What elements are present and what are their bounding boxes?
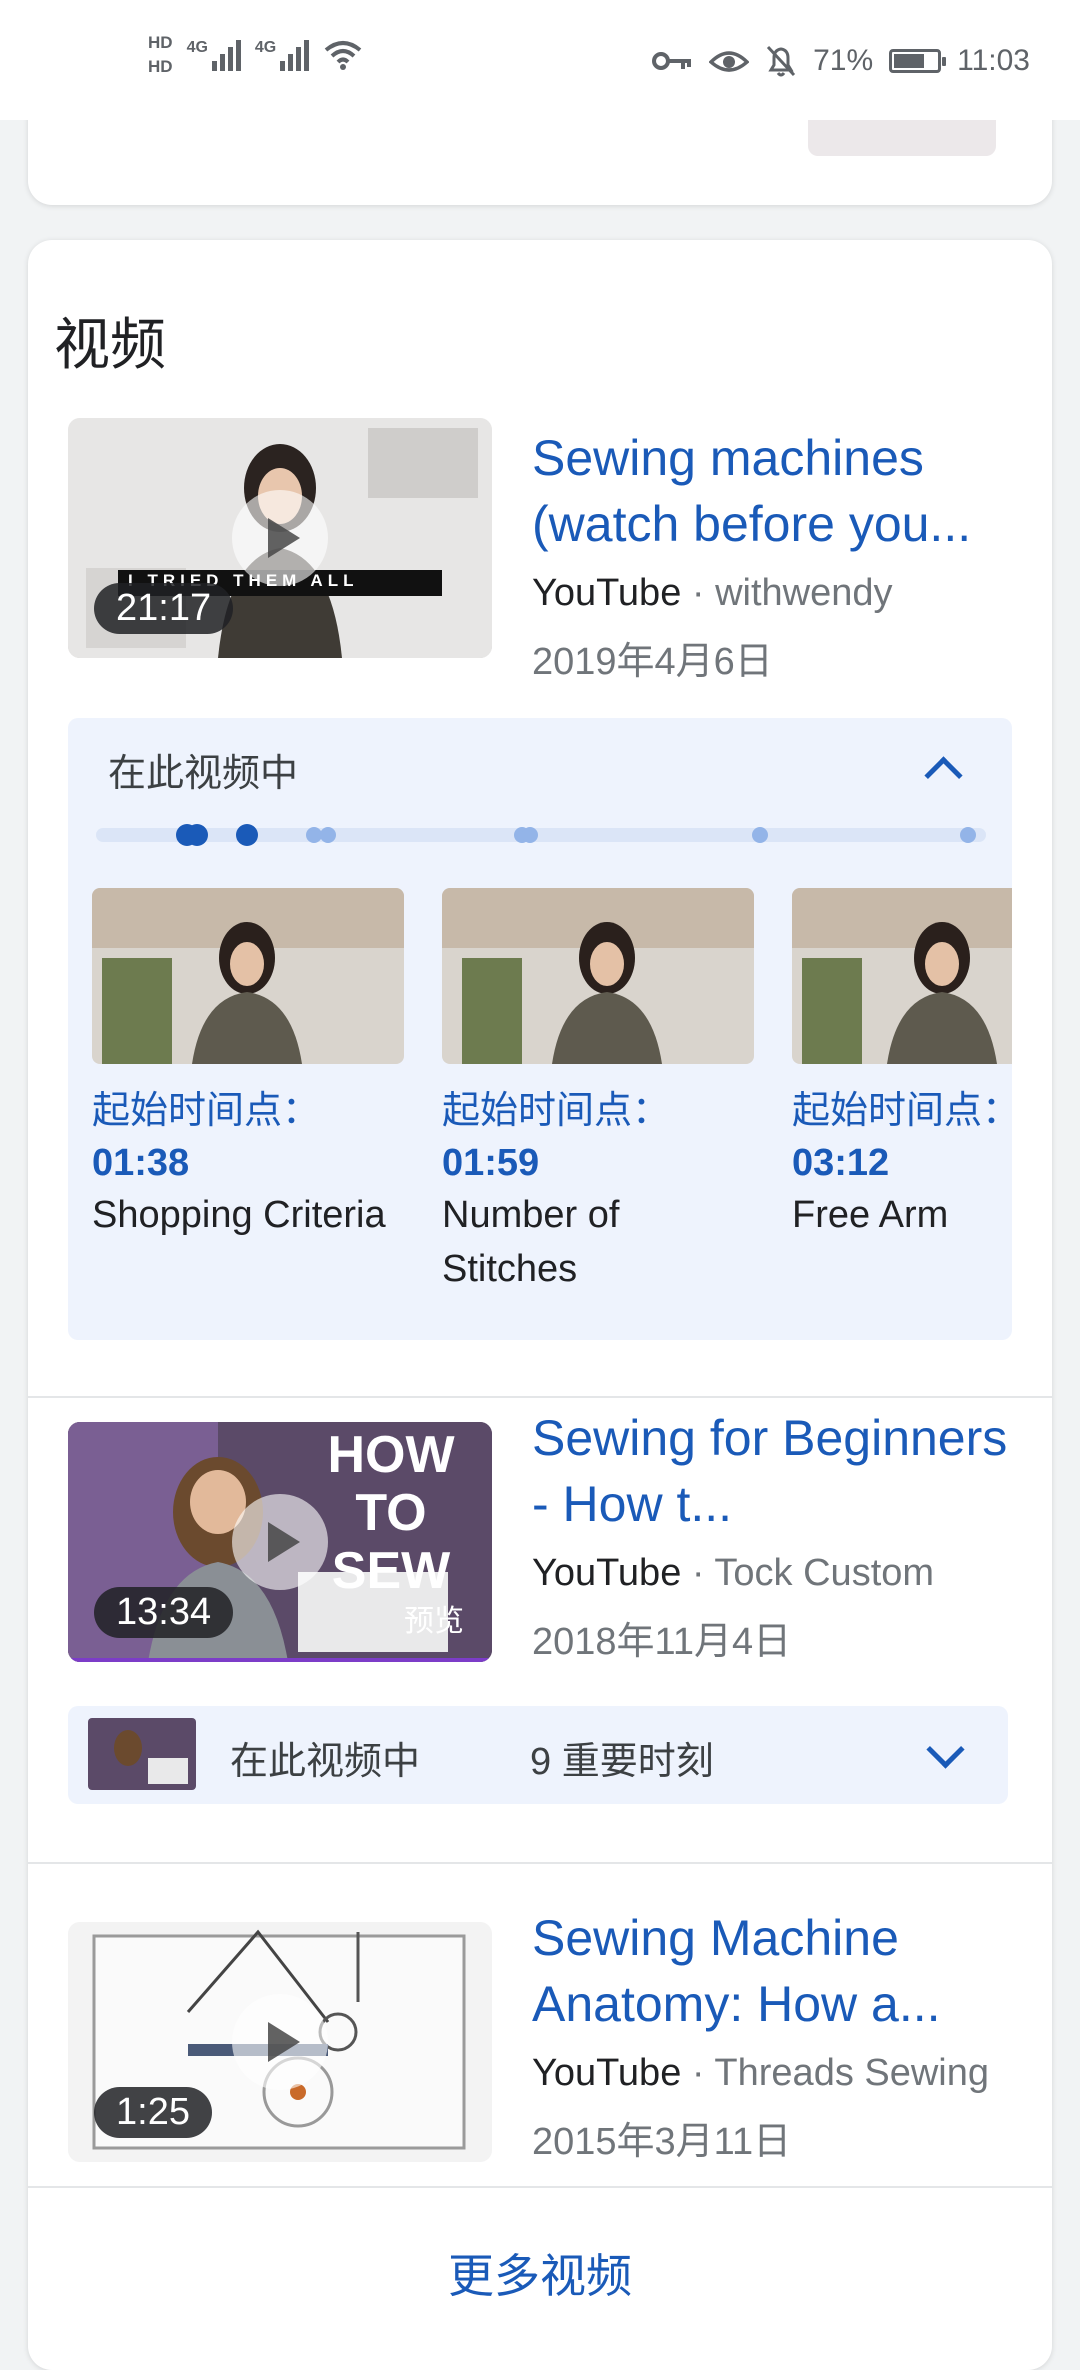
video-platform: YouTube [532, 2052, 682, 2094]
signal-bars-icon [211, 39, 241, 71]
bell-off-icon [766, 45, 796, 77]
video-date: 2019年4月6日 [532, 641, 773, 683]
key-moments-timeline[interactable] [96, 824, 986, 846]
signal-2: 4G [254, 39, 310, 71]
video-source: YouTube · Threads Sewing [532, 2052, 990, 2094]
battery-percent: 71% [813, 44, 874, 77]
status-left: HD HD 4G 4G [148, 34, 363, 76]
video-title-link[interactable]: Sewing Machine Anatomy: How a... [532, 1905, 1022, 2037]
key-moment-card[interactable]: 起始时间点： 01:38 Shopping Criteria [92, 888, 404, 1242]
play-icon[interactable] [232, 1994, 328, 2090]
video-date: 2018年11月4日 [532, 1621, 792, 1663]
battery-icon [889, 49, 947, 73]
key-moments-header: 在此视频中 [108, 753, 299, 795]
battery-fill [894, 54, 925, 68]
hd-indicator-2: HD [148, 57, 173, 76]
video-duration: 21:17 [94, 583, 234, 634]
divider [28, 1396, 1052, 1398]
thumbnail-caption: HOW TO SEW [327, 1426, 455, 1600]
timeline-marker[interactable] [236, 824, 258, 846]
network-type-1: 4G [186, 39, 208, 56]
video-thumbnail[interactable]: 1:25 [68, 1922, 492, 2162]
key-moment-time: 01:38 [92, 1142, 190, 1184]
video-date: 2015年3月11日 [532, 2121, 792, 2163]
timeline-marker[interactable] [186, 824, 208, 846]
video-title-link[interactable]: Sewing for Beginners - How t... [532, 1405, 1022, 1537]
key-moments-thumbnail [88, 1718, 196, 1790]
video-source: YouTube · withwendy [532, 572, 893, 614]
play-icon[interactable] [232, 1494, 328, 1590]
timeline-marker[interactable] [960, 827, 976, 843]
key-icon [652, 52, 692, 70]
key-moment-thumbnail[interactable] [792, 888, 1012, 1064]
network-type-2: 4G [254, 39, 277, 56]
divider [28, 1862, 1052, 1864]
signal-bars-icon [280, 39, 310, 71]
key-moment-thumbnail[interactable] [92, 888, 404, 1064]
timeline-marker[interactable] [752, 827, 768, 843]
key-moments-panel: 在此视频中 起始时间点： 01:38 Shopping Criteria 起始时… [68, 718, 1012, 1340]
video-channel: Tock Custom [714, 1552, 935, 1594]
key-moment-name: Shopping Criteria [92, 1194, 386, 1236]
key-moment-card[interactable]: 起始时间点： 03:12 Free Arm [792, 888, 1012, 1242]
status-bar: HD HD 4G 4G 71% 11:03 [0, 0, 1080, 120]
chevron-up-icon[interactable] [924, 756, 963, 795]
video-thumbnail[interactable]: HOW TO SEW 13:34 预览 [68, 1422, 492, 1662]
timeline-marker[interactable] [320, 827, 336, 843]
video-duration: 13:34 [94, 1587, 234, 1638]
key-moment-time: 03:12 [792, 1142, 890, 1184]
more-videos-link[interactable]: 更多视频 [0, 2240, 1080, 2306]
key-moments-collapsed[interactable]: 在此视频中 9 重要时刻 [68, 1706, 1008, 1804]
signal-1: 4G [187, 39, 241, 71]
hd-indicators: HD HD [148, 34, 173, 76]
key-moment-scene [792, 888, 1012, 1064]
key-moment-start-label: 起始时间点： [92, 1090, 321, 1132]
key-moment-name: Free Arm [792, 1194, 949, 1236]
section-title: 视频 [54, 313, 166, 376]
video-channel: withwendy [715, 572, 893, 614]
divider [28, 2186, 1052, 2188]
video-platform: YouTube [532, 1552, 682, 1594]
video-title-link[interactable]: Sewing machines (watch before you... [532, 425, 1022, 557]
key-moments-count: 9 重要时刻 [530, 1741, 714, 1783]
play-icon[interactable] [232, 490, 328, 586]
video-source: YouTube · Tock Custom [532, 1552, 935, 1594]
preview-badge: 预览 [404, 1605, 464, 1638]
key-moment-start-label: 起始时间点： [792, 1090, 1012, 1132]
video-platform: YouTube [532, 572, 682, 614]
key-moment-scene [442, 888, 754, 1064]
key-moments-label: 在此视频中 [230, 1741, 421, 1783]
key-moment-scene [92, 888, 404, 1064]
key-moment-card[interactable]: 起始时间点： 01:59 Number of Stitches [442, 888, 754, 1296]
video-duration: 1:25 [94, 2087, 212, 2138]
timeline-marker[interactable] [522, 827, 538, 843]
hd-indicator-1: HD [148, 33, 173, 52]
chevron-down-icon[interactable] [926, 1730, 965, 1769]
key-moment-thumbnail[interactable] [442, 888, 754, 1064]
wifi-icon [324, 41, 362, 70]
status-right: 71% 11:03 [651, 44, 1030, 78]
video-channel: Threads Sewing [714, 2052, 990, 2094]
clock: 11:03 [957, 44, 1030, 77]
key-moment-name: Number of Stitches [442, 1194, 620, 1290]
key-moment-start-label: 起始时间点： [442, 1090, 671, 1132]
key-moment-time: 01:59 [442, 1142, 540, 1184]
eye-icon [709, 51, 750, 72]
key-moments-scene [88, 1718, 196, 1790]
video-thumbnail[interactable]: I TRIED THEM ALL 21:17 [68, 418, 492, 658]
